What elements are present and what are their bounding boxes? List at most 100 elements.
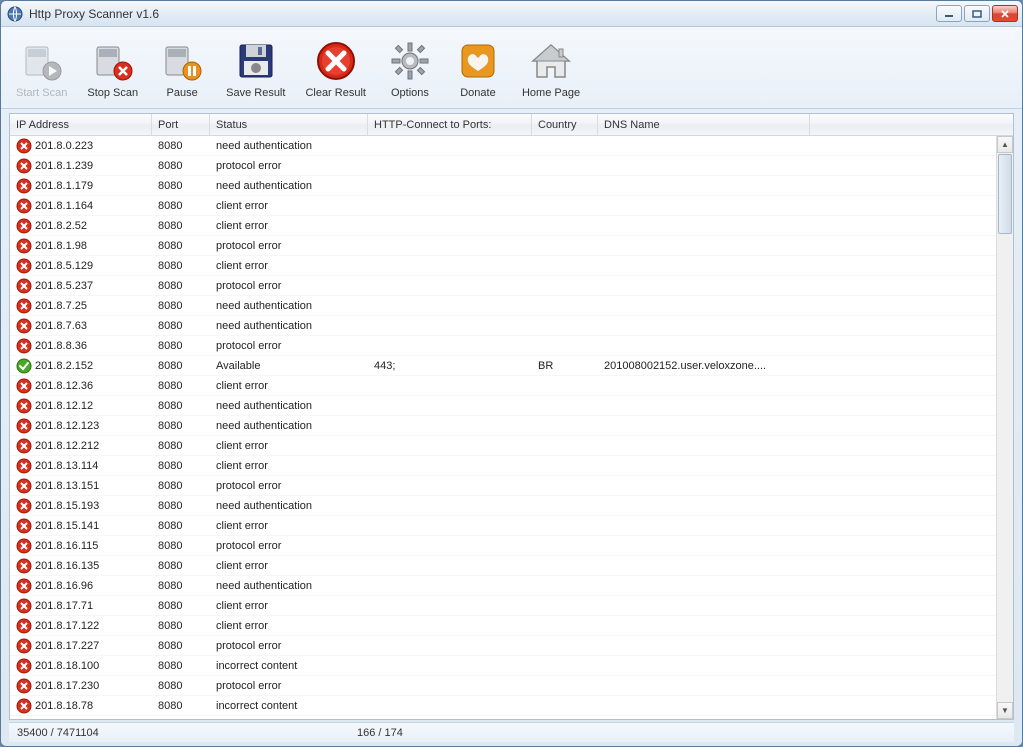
result-row[interactable]: 201.8.2.528080client error [10, 216, 996, 236]
cell-country [532, 276, 598, 295]
stop-scan-button[interactable]: Stop Scan [82, 32, 143, 104]
error-icon [16, 478, 32, 494]
error-icon [16, 238, 32, 254]
cell-ip: 201.8.17.230 [10, 676, 152, 695]
result-row[interactable]: 201.8.17.1228080client error [10, 616, 996, 636]
result-row[interactable]: 201.8.15.1938080need authentication [10, 496, 996, 516]
result-row[interactable]: 201.8.1.1648080client error [10, 196, 996, 216]
cell-country [532, 256, 598, 275]
result-row[interactable]: 201.8.7.638080need authentication [10, 316, 996, 336]
save-result-icon [232, 37, 280, 85]
result-row[interactable]: 201.8.12.1238080need authentication [10, 416, 996, 436]
error-icon [16, 178, 32, 194]
result-row[interactable]: 201.8.18.788080incorrect content [10, 696, 996, 716]
cell-country [532, 516, 598, 535]
result-row[interactable]: 201.8.13.1518080protocol error [10, 476, 996, 496]
cell-status: client error [210, 436, 368, 455]
cell-status: client error [210, 616, 368, 635]
result-row[interactable]: 201.8.1.1798080need authentication [10, 176, 996, 196]
cell-dns [598, 696, 810, 715]
cell-country [532, 636, 598, 655]
cell-country [532, 576, 598, 595]
start-scan-button: Start Scan [11, 32, 72, 104]
result-row[interactable]: 201.8.1.2398080protocol error [10, 156, 996, 176]
cell-http [368, 616, 532, 635]
result-row[interactable]: 201.8.17.2308080protocol error [10, 676, 996, 696]
cell-ip: 201.8.12.212 [10, 436, 152, 455]
cell-port: 8080 [152, 556, 210, 575]
grid-body[interactable]: 201.8.0.2238080need authentication201.8.… [10, 136, 996, 719]
cell-ip: 201.8.16.115 [10, 536, 152, 555]
cell-country [532, 376, 598, 395]
result-row[interactable]: 201.8.16.1158080protocol error [10, 536, 996, 556]
cell-http: 443; [368, 356, 532, 375]
cell-dns [598, 376, 810, 395]
cell-port: 8080 [152, 316, 210, 335]
home-page-button[interactable]: Home Page [517, 32, 585, 104]
cell-status: client error [210, 596, 368, 615]
result-row[interactable]: 201.8.5.1298080client error [10, 256, 996, 276]
result-row[interactable]: 201.8.15.1418080client error [10, 516, 996, 536]
result-row[interactable]: 201.8.12.128080need authentication [10, 396, 996, 416]
col-header-country[interactable]: Country [532, 114, 598, 135]
minimize-button[interactable] [936, 5, 962, 22]
col-header-port[interactable]: Port [152, 114, 210, 135]
cell-ip: 201.8.15.141 [10, 516, 152, 535]
result-row[interactable]: 201.8.16.968080need authentication [10, 576, 996, 596]
pause-button[interactable]: Pause [153, 32, 211, 104]
result-row[interactable]: 201.8.12.2128080client error [10, 436, 996, 456]
col-header-ip[interactable]: IP Address [10, 114, 152, 135]
error-icon [16, 598, 32, 614]
cell-country [532, 696, 598, 715]
options-button[interactable]: Options [381, 32, 439, 104]
result-row[interactable]: 201.8.5.2378080protocol error [10, 276, 996, 296]
cell-http [368, 416, 532, 435]
toolbar-label: Pause [167, 87, 198, 99]
cell-port: 8080 [152, 276, 210, 295]
result-row[interactable]: 201.8.0.2238080need authentication [10, 136, 996, 156]
col-header-http[interactable]: HTTP-Connect to Ports: [368, 114, 532, 135]
cell-dns [598, 616, 810, 635]
result-row[interactable]: 201.8.7.258080need authentication [10, 296, 996, 316]
cell-dns [598, 536, 810, 555]
clear-result-button[interactable]: Clear Result [300, 32, 371, 104]
scroll-thumb[interactable] [998, 154, 1012, 234]
cell-ip: 201.8.12.36 [10, 376, 152, 395]
maximize-button[interactable] [964, 5, 990, 22]
cell-http [368, 476, 532, 495]
scroll-up-arrow[interactable]: ▲ [997, 136, 1013, 153]
result-row[interactable]: 201.8.16.1358080client error [10, 556, 996, 576]
result-row[interactable]: 201.8.17.2278080protocol error [10, 636, 996, 656]
cell-http [368, 296, 532, 315]
vertical-scrollbar[interactable]: ▲ ▼ [996, 136, 1013, 719]
result-row[interactable]: 201.8.12.368080client error [10, 376, 996, 396]
cell-ip: 201.8.13.114 [10, 456, 152, 475]
cell-dns: 201008002152.user.veloxzone.... [598, 356, 810, 375]
cell-http [368, 176, 532, 195]
cell-dns [598, 656, 810, 675]
result-row[interactable]: 201.8.1.988080protocol error [10, 236, 996, 256]
error-icon [16, 618, 32, 634]
cell-country [532, 556, 598, 575]
cell-port: 8080 [152, 236, 210, 255]
cell-dns [598, 236, 810, 255]
result-row[interactable]: 201.8.8.368080protocol error [10, 336, 996, 356]
result-row[interactable]: 201.8.2.1528080Available443;BR2010080021… [10, 356, 996, 376]
error-icon [16, 558, 32, 574]
cell-country [532, 236, 598, 255]
cell-ip: 201.8.17.122 [10, 616, 152, 635]
donate-button[interactable]: Donate [449, 32, 507, 104]
cell-ip: 201.8.13.151 [10, 476, 152, 495]
col-header-status[interactable]: Status [210, 114, 368, 135]
cell-port: 8080 [152, 436, 210, 455]
cell-status: protocol error [210, 476, 368, 495]
col-header-dns[interactable]: DNS Name [598, 114, 810, 135]
scroll-down-arrow[interactable]: ▼ [997, 702, 1013, 719]
save-result-button[interactable]: Save Result [221, 32, 290, 104]
cell-http [368, 596, 532, 615]
result-row[interactable]: 201.8.18.1008080incorrect content [10, 656, 996, 676]
cell-dns [598, 516, 810, 535]
result-row[interactable]: 201.8.17.718080client error [10, 596, 996, 616]
result-row[interactable]: 201.8.13.1148080client error [10, 456, 996, 476]
close-button[interactable] [992, 5, 1018, 22]
